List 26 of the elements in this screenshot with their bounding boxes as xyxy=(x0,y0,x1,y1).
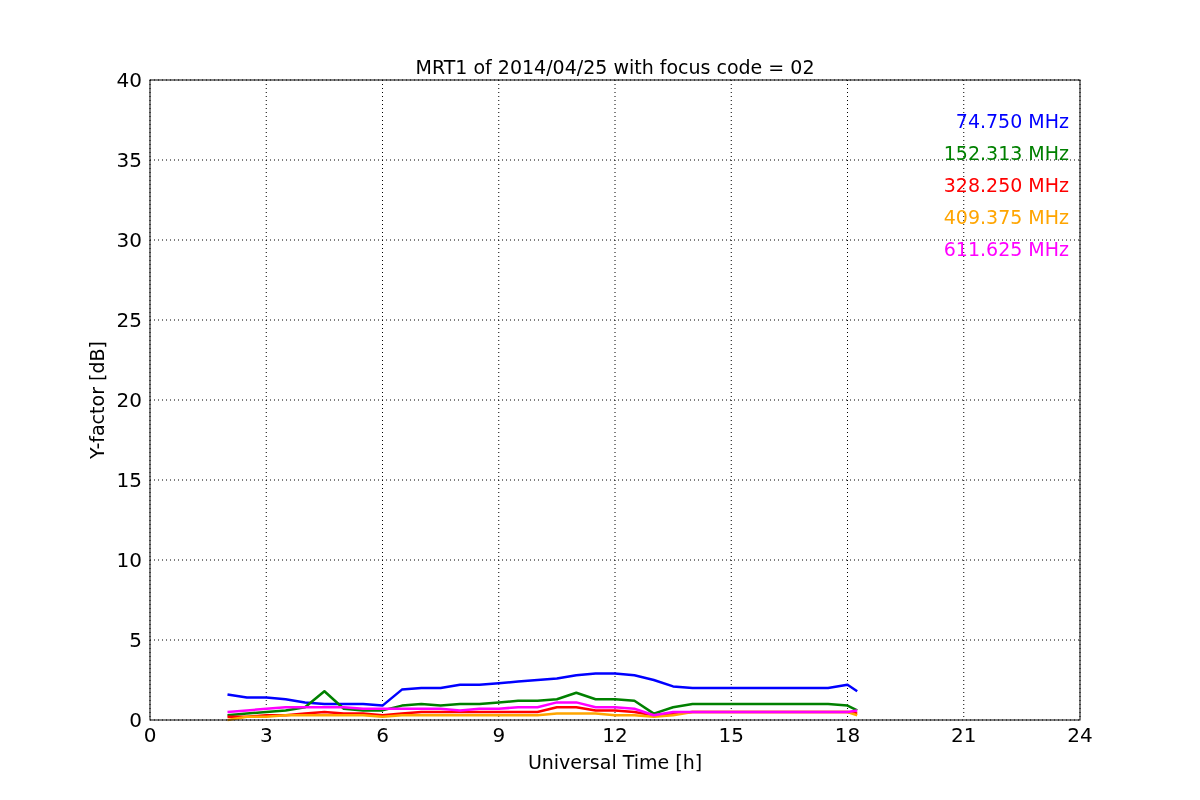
legend-label: 152.313 MHz xyxy=(943,142,1069,164)
legend-label: 409.375 MHz xyxy=(943,206,1069,228)
y-tick-label: 5 xyxy=(129,628,142,652)
x-tick-label: 15 xyxy=(718,723,744,747)
chart-title: MRT1 of 2014/04/25 with focus code = 02 xyxy=(415,56,815,78)
x-tick-label: 0 xyxy=(143,723,157,747)
y-tick-label: 35 xyxy=(116,148,142,172)
x-tick-label: 24 xyxy=(1067,723,1093,747)
legend-label: 611.625 MHz xyxy=(943,238,1069,260)
x-axis-label: Universal Time [h] xyxy=(527,751,703,773)
y-tick-label: 30 xyxy=(116,228,142,252)
x-tick-label: 6 xyxy=(376,723,389,747)
legend-label: 74.750 MHz xyxy=(955,110,1069,132)
y-tick-label: 25 xyxy=(116,308,142,332)
x-tick-label: 9 xyxy=(492,723,506,747)
y-tick-label: 20 xyxy=(116,388,142,412)
y-axis-label: Y-factor [dB] xyxy=(86,341,108,459)
y-tick-label: 40 xyxy=(116,68,142,92)
legend-label: 328.250 MHz xyxy=(943,174,1069,196)
x-tick-label: 21 xyxy=(951,723,977,747)
x-tick-label: 18 xyxy=(834,723,861,747)
x-tick-label: 12 xyxy=(602,723,628,747)
y-tick-label: 10 xyxy=(116,548,142,572)
y-tick-label: 0 xyxy=(129,708,142,732)
y-tick-label: 15 xyxy=(116,468,142,492)
x-tick-label: 3 xyxy=(259,723,273,747)
